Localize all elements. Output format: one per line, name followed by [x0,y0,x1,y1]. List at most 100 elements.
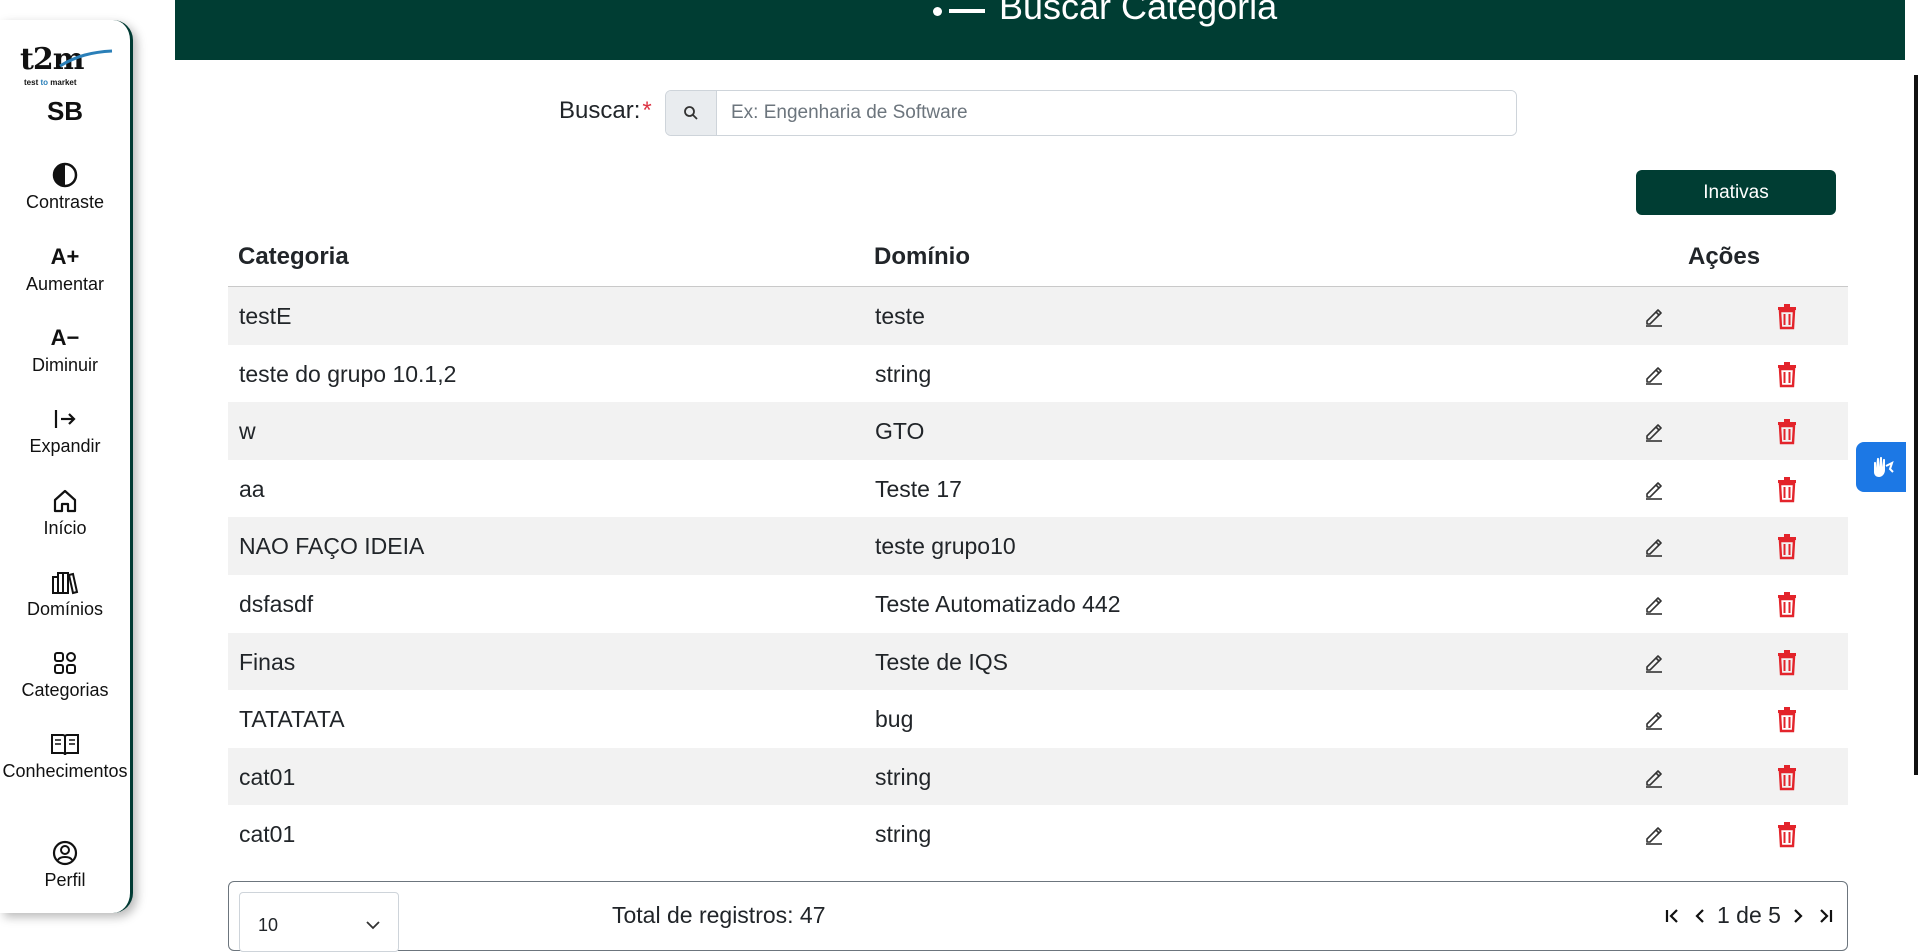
sidebar-item-label: Diminuir [31,355,98,375]
column-header-category[interactable]: Categoria [238,243,349,271]
expand-icon [0,404,130,434]
cell-domain: Teste Automatizado 442 [875,590,1121,617]
trash-icon[interactable] [1772,301,1802,331]
sidebar-item-expand[interactable]: Expandir [0,404,130,457]
trash-icon[interactable] [1772,474,1802,504]
edit-icon[interactable] [1639,589,1669,619]
edit-icon[interactable] [1639,416,1669,446]
page-size-select[interactable]: 10 [239,892,399,952]
sidebar-item-label: Aumentar [25,274,105,294]
trash-icon[interactable] [1772,647,1802,677]
font-increase-icon: A+ [50,244,80,269]
cell-domain: string [875,821,932,848]
cell-domain: GTO [875,418,925,445]
table-header: Categoria Domínio Ações [228,230,1848,287]
edit-icon[interactable] [1639,762,1669,792]
next-page-icon[interactable] [1791,907,1805,925]
required-mark: * [642,97,652,124]
sidebar-item-domains[interactable]: Domínios [0,567,130,620]
book-icon [0,729,130,759]
edit-icon[interactable] [1639,474,1669,504]
sidebar-item-categories[interactable]: Categorias [0,648,130,701]
trash-icon[interactable] [1772,819,1802,849]
cell-category: aa [239,475,265,502]
home-icon [0,486,130,516]
font-decrease-icon: A− [50,325,80,350]
categories-table: Categoria Domínio Ações testE teste teste … [228,230,1848,863]
sidebar-item-label: Categorias [21,680,109,700]
sidebar-item-label: Contraste [25,192,105,212]
logo-tagline-suffix: market [50,78,77,87]
sidebar-item-decrease-font[interactable]: A− Diminuir [0,323,130,376]
table-row: aa Teste 17 [228,460,1848,518]
trash-icon[interactable] [1772,762,1802,792]
t2m-logo: t2m test to market [18,42,113,88]
scrollbar[interactable] [1914,75,1918,775]
first-page-icon[interactable] [1663,907,1683,925]
table-row: NAO FAÇO IDEIA teste grupo10 [228,517,1848,575]
logo-tagline-prefix: test [24,78,39,87]
prev-page-icon[interactable] [1693,907,1707,925]
last-page-icon[interactable] [1815,907,1835,925]
page-header: Buscar Categoria [175,0,1905,60]
table-row: w GTO [228,402,1848,460]
edit-icon[interactable] [1639,704,1669,734]
trash-icon[interactable] [1772,589,1802,619]
cell-domain: bug [875,706,914,733]
edit-icon[interactable] [1639,359,1669,389]
sidebar-item-label: Domínios [26,599,104,619]
cell-domain: teste grupo10 [875,533,1016,560]
cell-category: teste do grupo 10.1,2 [239,360,457,387]
total-records: Total de registros: 47 [612,902,826,928]
main-content: Buscar Categoria Buscar:* Inativas Categ… [175,0,1905,952]
cell-domain: teste [875,303,925,329]
search-icon[interactable] [666,91,717,135]
column-header-actions: Ações [1688,243,1761,270]
sidebar-item-knowledge[interactable]: Conhecimentos [0,729,130,782]
trash-icon[interactable] [1772,531,1802,561]
search-group [665,90,1517,136]
chevron-down-icon [365,915,381,936]
inactive-button[interactable]: Inativas [1636,170,1836,215]
page-indicator: 1 de 5 [1717,902,1781,928]
cell-domain: Teste 17 [875,475,962,502]
search-label: Buscar:* [559,97,652,125]
column-header-domain[interactable]: Domínio [874,243,970,271]
cell-category: NAO FAÇO IDEIA [239,533,425,560]
pager: 1 de 5 [1663,902,1835,929]
table-row: cat01 string [228,805,1848,863]
user-circle-icon [0,838,130,868]
logo-tagline-accent: to [40,78,49,87]
search-input[interactable] [717,91,1516,135]
cell-category: cat01 [239,763,296,790]
list-icon [933,0,985,19]
sidebar-item-home[interactable]: Início [0,486,130,539]
sidebar-item-label: Conhecimentos [2,761,128,781]
sidebar-item-increase-font[interactable]: A+ Aumentar [0,242,130,295]
cell-domain: Teste de IQS [875,648,1008,675]
search-row: Buscar:* [175,90,1905,138]
table-row: cat01 string [228,747,1848,806]
logo-tagline: test to market [24,78,77,87]
edit-icon[interactable] [1639,301,1669,331]
books-icon [0,567,130,597]
sign-language-icon[interactable] [1856,442,1906,492]
pagination-bar: 10 Total de registros: 47 1 de 5 [228,881,1848,952]
trash-icon[interactable] [1772,416,1802,446]
cell-category: testE [239,303,292,329]
sidebar-item-profile[interactable]: Perfil [0,838,130,891]
search-label-text: Buscar: [559,97,641,124]
sidebar-item-contrast[interactable]: Contraste [0,160,130,213]
edit-icon[interactable] [1639,819,1669,849]
table-row: Finas Teste de IQS [228,632,1848,691]
edit-icon[interactable] [1639,531,1669,561]
page-title: Buscar Categoria [933,0,1277,28]
table-row: teste do grupo 10.1,2 string [228,345,1848,403]
edit-icon[interactable] [1639,647,1669,677]
page-size-value: 10 [258,915,279,935]
table-row: TATATATA bug [228,690,1848,748]
sidebar-item-label: Expandir [29,436,101,456]
cell-category: cat01 [239,821,296,848]
trash-icon[interactable] [1772,704,1802,734]
trash-icon[interactable] [1772,359,1802,389]
